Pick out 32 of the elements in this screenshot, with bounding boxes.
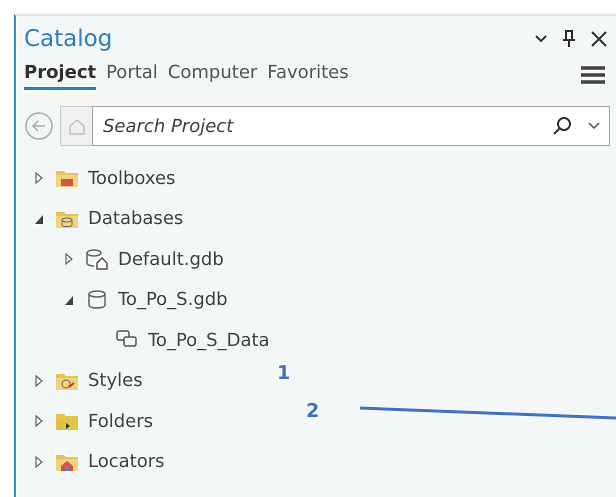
tree-item-label[interactable]: To_Po_S_Data [148,330,270,351]
search-field[interactable]: Search Project [101,114,537,138]
tree-item-label[interactable]: Databases [88,208,184,230]
search-bar[interactable]: Search Project [92,106,610,146]
collapsed-arrow-icon[interactable] [34,172,44,184]
tab[interactable]: Computer [168,60,258,90]
collapsed-arrow-icon[interactable] [34,456,44,468]
tree-item-label[interactable]: Default.gdb [118,248,224,270]
chevron-down-icon[interactable] [587,121,601,131]
collapsed-arrow-icon[interactable] [34,374,44,387]
chevron-down-icon[interactable] [534,34,548,44]
annotation-number: 2 [306,400,320,422]
tab[interactable]: Portal [106,60,158,90]
menu-icon[interactable] [580,65,606,85]
expanded-arrow-icon[interactable] [34,212,44,225]
tab[interactable]: Project [24,60,96,90]
pin-icon[interactable] [562,30,576,48]
home-icon [68,117,86,135]
pane-title: Catalog [24,26,112,52]
tree-item-label[interactable]: To_Po_S.gdb [118,289,228,310]
tree-item-label[interactable]: Toolboxes [88,168,176,189]
annotation-number: 1 [277,362,290,384]
tree-item-label[interactable]: Styles [88,370,143,392]
collapsed-arrow-icon[interactable] [64,253,74,266]
tab[interactable]: Favorites [267,60,349,90]
home-database-icon [84,247,110,272]
tree-item-label[interactable]: Locators [88,451,164,472]
close-icon[interactable] [590,30,608,48]
search-icon[interactable] [551,115,573,137]
expanded-arrow-icon[interactable] [64,294,74,306]
tree-item-label[interactable]: Folders [88,410,154,432]
collapsed-arrow-icon[interactable] [34,415,44,428]
